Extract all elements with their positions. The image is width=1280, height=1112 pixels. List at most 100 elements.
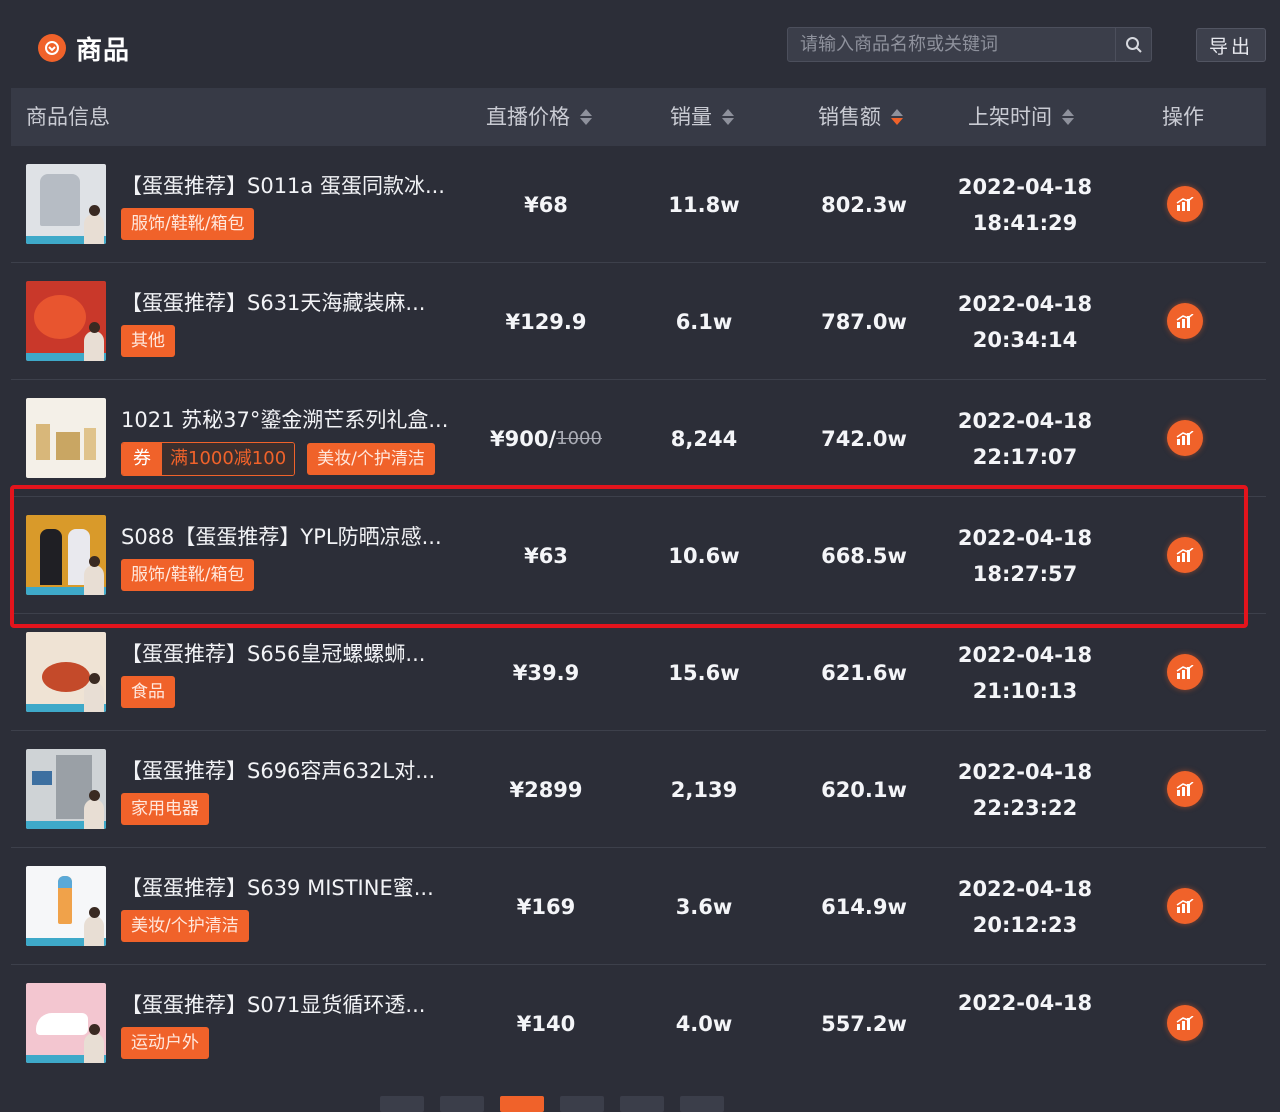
chart-icon [1176, 899, 1194, 913]
product-thumbnail [26, 398, 106, 478]
page-button[interactable] [380, 1096, 424, 1112]
col-revenue[interactable]: 销售额 [818, 88, 903, 146]
chart-button[interactable] [1167, 771, 1203, 807]
table-row[interactable]: S088【蛋蛋推荐】YPL防晒凉感... 服饰/鞋靴/箱包 ¥63 10.6w … [11, 497, 1266, 614]
chart-button[interactable] [1167, 888, 1203, 924]
col-time[interactable]: 上架时间 [968, 88, 1074, 146]
revenue: 620.1w [821, 777, 907, 802]
table-row[interactable]: 【蛋蛋推荐】S631天海藏装麻... 其他 ¥129.9 6.1w 787.0w… [11, 263, 1266, 380]
table-row[interactable]: 【蛋蛋推荐】S696容声632L对... 家用电器 ¥2899 2,139 62… [11, 731, 1266, 848]
search-button[interactable] [1115, 28, 1151, 61]
sales: 4.0w [675, 1011, 733, 1036]
table-row[interactable]: 1021 苏秘37°鎏金溯芒系列礼盒... 券满1000减100 美妆/个护清洁… [11, 380, 1266, 497]
sales: 6.1w [675, 309, 733, 334]
product-name[interactable]: 【蛋蛋推荐】S639 MISTINE蜜... [121, 872, 481, 902]
brand-logo-icon [38, 34, 66, 62]
col-sales[interactable]: 销量 [670, 88, 734, 146]
page-button[interactable] [560, 1096, 604, 1112]
chart-button[interactable] [1167, 1005, 1203, 1041]
price: ¥39.9 [512, 660, 580, 685]
page-button[interactable] [440, 1096, 484, 1112]
product-name[interactable]: 【蛋蛋推荐】S631天海藏装麻... [121, 287, 481, 317]
category-tag: 家用电器 [121, 793, 209, 825]
chart-icon [1176, 665, 1194, 679]
product-thumbnail [26, 281, 106, 361]
sales: 2,139 [670, 777, 738, 802]
col-revenue-label: 销售额 [818, 105, 881, 129]
sort-icon[interactable] [722, 109, 734, 125]
chart-icon [1176, 314, 1194, 328]
page-title: 商品 [76, 36, 131, 66]
chart-button[interactable] [1167, 654, 1203, 690]
table-row[interactable]: 【蛋蛋推荐】S656皇冠螺螺蛳... 食品 ¥39.9 15.6w 621.6w… [11, 614, 1266, 731]
table-header: 商品信息 直播价格 销量 销售额 上架时间 操作 [11, 88, 1266, 146]
col-price[interactable]: 直播价格 [486, 88, 592, 146]
sales: 11.8w [668, 192, 740, 217]
chart-button[interactable] [1167, 537, 1203, 573]
listing-time: 2022-04-18 22:23:22 [957, 759, 1093, 820]
category-tag: 服饰/鞋靴/箱包 [121, 208, 255, 240]
col-action: 操作 [1162, 88, 1204, 146]
product-name[interactable]: 【蛋蛋推荐】S656皇冠螺螺蛳... [121, 638, 481, 668]
category-tag: 美妆/个护清洁 [307, 443, 435, 475]
product-name[interactable]: 【蛋蛋推荐】S011a 蛋蛋同款冰... [121, 170, 481, 200]
price: ¥63 [524, 543, 568, 568]
category-tag: 运动户外 [121, 1027, 209, 1059]
col-info-label: 商品信息 [26, 105, 110, 129]
coupon-badge: 券满1000减100 [121, 442, 296, 476]
table-row[interactable]: 【蛋蛋推荐】S011a 蛋蛋同款冰... 服饰/鞋靴/箱包 ¥68 11.8w … [11, 146, 1266, 263]
listing-time: 2022-04-18 [957, 991, 1093, 1015]
listing-time: 2022-04-18 18:41:29 [957, 174, 1093, 235]
sort-icon[interactable] [1062, 109, 1074, 125]
page-button[interactable] [620, 1096, 664, 1112]
pagination [380, 1096, 724, 1112]
product-name[interactable]: 【蛋蛋推荐】S696容声632L对... [121, 755, 481, 785]
revenue: 557.2w [821, 1011, 907, 1036]
search-box [787, 27, 1152, 62]
chart-icon [1176, 782, 1194, 796]
product-thumbnail [26, 515, 106, 595]
chart-icon [1176, 548, 1194, 562]
search-input[interactable] [788, 28, 1115, 61]
revenue: 614.9w [821, 894, 907, 919]
listing-time: 2022-04-18 21:10:13 [957, 642, 1093, 703]
sales: 10.6w [668, 543, 740, 568]
price: ¥2899 [509, 777, 583, 802]
product-table: 商品信息 直播价格 销量 销售额 上架时间 操作 【蛋蛋推荐】S011a 蛋蛋同… [11, 88, 1266, 1082]
listing-time: 2022-04-18 22:17:07 [957, 408, 1093, 469]
product-name[interactable]: S088【蛋蛋推荐】YPL防晒凉感... [121, 521, 481, 551]
chart-button[interactable] [1167, 303, 1203, 339]
listing-time: 2022-04-18 20:34:14 [957, 291, 1093, 352]
price: ¥900/1000 [490, 426, 602, 451]
search-icon [1125, 36, 1142, 53]
chart-icon [1176, 197, 1194, 211]
sales: 8,244 [670, 426, 738, 451]
product-name[interactable]: 1021 苏秘37°鎏金溯芒系列礼盒... [121, 404, 481, 434]
table-row[interactable]: 【蛋蛋推荐】S639 MISTINE蜜... 美妆/个护清洁 ¥169 3.6w… [11, 848, 1266, 965]
product-thumbnail [26, 164, 106, 244]
page-button[interactable] [500, 1096, 544, 1112]
product-thumbnail [26, 983, 106, 1063]
export-button[interactable]: 导出 [1196, 28, 1266, 62]
revenue: 802.3w [821, 192, 907, 217]
revenue: 621.6w [821, 660, 907, 685]
revenue: 787.0w [821, 309, 907, 334]
category-tag: 食品 [121, 676, 175, 708]
revenue: 742.0w [821, 426, 907, 451]
category-tag: 美妆/个护清洁 [121, 910, 249, 942]
chart-button[interactable] [1167, 420, 1203, 456]
listing-time: 2022-04-18 18:27:57 [957, 525, 1093, 586]
chart-button[interactable] [1167, 186, 1203, 222]
col-info: 商品信息 [26, 88, 110, 146]
page-button[interactable] [680, 1096, 724, 1112]
price: ¥129.9 [505, 309, 587, 334]
chart-icon [1176, 431, 1194, 445]
sort-icon[interactable] [580, 109, 592, 125]
table-row[interactable]: 【蛋蛋推荐】S071显货循环透... 运动户外 ¥140 4.0w 557.2w… [11, 965, 1266, 1082]
product-thumbnail [26, 749, 106, 829]
product-thumbnail [26, 632, 106, 712]
revenue: 668.5w [821, 543, 907, 568]
col-price-label: 直播价格 [486, 105, 570, 129]
sort-icon[interactable] [891, 109, 903, 125]
product-name[interactable]: 【蛋蛋推荐】S071显货循环透... [121, 989, 481, 1019]
